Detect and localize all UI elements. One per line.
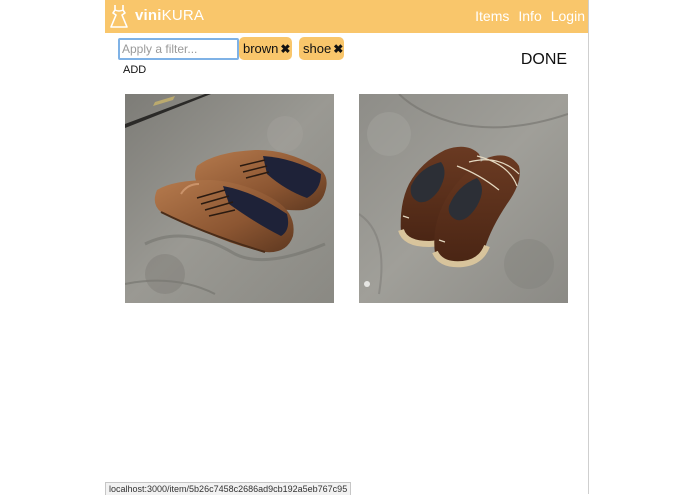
brand-bold: vini xyxy=(135,7,162,24)
nav-login-link[interactable]: Login xyxy=(551,8,585,24)
item-photo-1[interactable] xyxy=(125,94,334,303)
item-photo-2[interactable] xyxy=(359,94,568,303)
window-divider xyxy=(588,0,589,494)
brand-light: KURA xyxy=(161,7,205,24)
page: viniKURA Items Info Login brown ✖ shoe ✖… xyxy=(0,0,588,495)
shoe-photo-image xyxy=(125,94,334,303)
filter-tag-shoe[interactable]: shoe ✖ xyxy=(299,37,344,60)
close-icon[interactable]: ✖ xyxy=(280,42,290,56)
shoe-photo-image xyxy=(359,94,568,303)
done-button[interactable]: DONE xyxy=(518,49,570,71)
close-icon[interactable]: ✖ xyxy=(333,42,343,56)
filter-tag-brown[interactable]: brown ✖ xyxy=(239,37,292,60)
dress-logo-icon[interactable] xyxy=(109,4,129,29)
nav-items-link[interactable]: Items xyxy=(475,8,509,24)
filter-tag-label: brown xyxy=(243,41,279,56)
status-url: localhost:3000/item/5b26c7458c2686ad9cb1… xyxy=(105,482,352,495)
add-filter-button[interactable]: ADD xyxy=(123,64,146,76)
navbar: viniKURA Items Info Login xyxy=(105,0,588,33)
filter-input[interactable] xyxy=(118,38,239,60)
filter-tag-label: shoe xyxy=(303,41,332,56)
nav-info-link[interactable]: Info xyxy=(518,8,541,24)
brand-name[interactable]: viniKURA xyxy=(135,7,204,24)
nav-links: Items Info Login xyxy=(475,8,585,24)
